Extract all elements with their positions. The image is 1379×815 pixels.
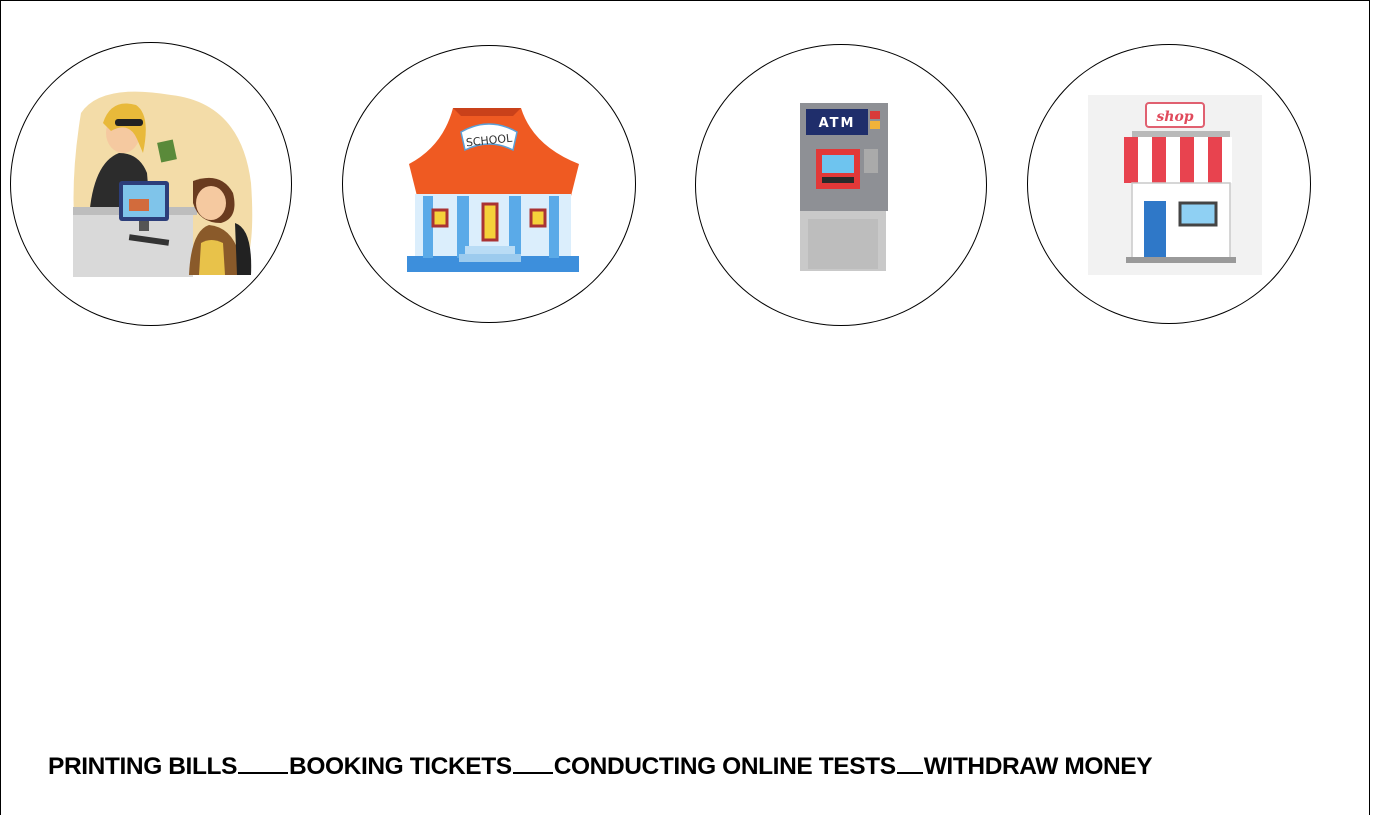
shop-illustration: shop bbox=[1088, 95, 1262, 275]
answer-blank bbox=[238, 752, 289, 774]
shop-sign-text: shop bbox=[1156, 109, 1193, 125]
answer-blank bbox=[896, 752, 923, 774]
answer-option: CONDUCTING ONLINE TESTS bbox=[553, 753, 896, 780]
atm-sign-text: ATM bbox=[819, 116, 856, 131]
picture-circle-shop: shop bbox=[1027, 44, 1311, 324]
picture-circle-school: SCHOOL bbox=[342, 45, 636, 323]
atm-illustration: ATM bbox=[800, 103, 888, 271]
answer-option: WITHDRAW MONEY bbox=[923, 753, 1153, 780]
picture-circle-booking-counter bbox=[10, 42, 292, 326]
picture-circle-atm: ATM bbox=[695, 44, 987, 326]
school-illustration: SCHOOL bbox=[407, 108, 579, 272]
answer-option: BOOKING TICKETS bbox=[289, 753, 512, 780]
answer-blank bbox=[512, 752, 553, 774]
booking-counter-illustration bbox=[73, 91, 253, 277]
answer-option: PRINTING BILLS bbox=[48, 753, 238, 780]
answer-options-line: PRINTING BILLS BOOKING TICKETS CONDUCTING … bbox=[48, 752, 1348, 781]
